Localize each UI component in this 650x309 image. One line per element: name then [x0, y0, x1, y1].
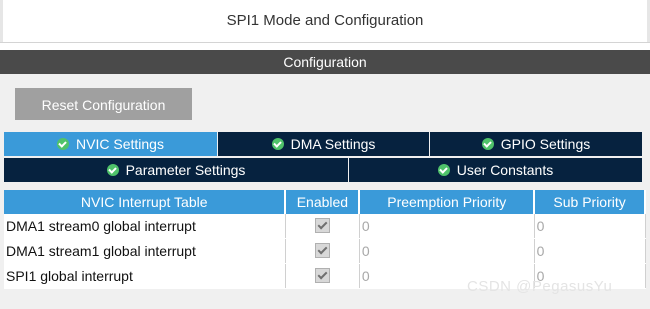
check-circle-icon	[271, 138, 284, 150]
check-circle-icon	[106, 164, 119, 176]
interrupt-name: DMA1 stream1 global interrupt	[4, 238, 286, 264]
tab-label: NVIC Settings	[76, 136, 164, 152]
column-header-sub-priority[interactable]: Sub Priority	[534, 190, 646, 214]
tab-label: GPIO Settings	[500, 136, 591, 152]
preemption-priority-cell[interactable]: 0	[359, 214, 535, 239]
sub-priority-cell[interactable]: 0	[534, 214, 646, 239]
tab-user-constants[interactable]: User Constants	[349, 158, 642, 182]
enabled-cell	[285, 214, 360, 239]
check-circle-icon	[437, 164, 450, 176]
column-header-preemption-priority[interactable]: Preemption Priority	[359, 190, 536, 214]
column-header-enabled[interactable]: Enabled	[285, 190, 361, 214]
sub-priority-cell[interactable]: 0	[534, 238, 646, 264]
tab-label: Parameter Settings	[125, 162, 246, 178]
watermark-text: CSDN @PegasusYu	[467, 278, 613, 295]
column-header-interrupt[interactable]: NVIC Interrupt Table	[4, 190, 287, 214]
tab-parameter-settings[interactable]: Parameter Settings	[4, 158, 348, 182]
tab-gpio-settings[interactable]: GPIO Settings	[430, 132, 642, 156]
enabled-checkbox[interactable]	[314, 218, 330, 233]
nvic-interrupt-table: NVIC Interrupt Table Enabled Preemption …	[4, 190, 646, 289]
enabled-cell	[285, 238, 360, 264]
reset-configuration-button[interactable]: Reset Configuration	[15, 88, 192, 120]
enabled-checkbox[interactable]	[314, 268, 330, 283]
check-circle-icon	[481, 138, 494, 150]
check-circle-icon	[57, 138, 70, 150]
tab-dma-settings[interactable]: DMA Settings	[218, 132, 429, 156]
table-row[interactable]: DMA1 stream1 global interrupt 0 0	[4, 238, 646, 264]
preemption-priority-cell[interactable]: 0	[359, 238, 535, 264]
interrupt-name: DMA1 stream0 global interrupt	[4, 214, 286, 239]
enabled-cell	[285, 263, 360, 289]
interrupt-name: SPI1 global interrupt	[4, 263, 286, 289]
tab-label: User Constants	[456, 162, 554, 178]
configuration-header: Configuration	[0, 50, 650, 74]
tab-nvic-settings[interactable]: NVIC Settings	[4, 132, 217, 156]
table-row[interactable]: DMA1 stream0 global interrupt 0 0	[4, 214, 646, 239]
tab-label: DMA Settings	[290, 136, 376, 152]
table-header-row: NVIC Interrupt Table Enabled Preemption …	[4, 190, 646, 214]
window-title: SPI1 Mode and Configuration	[0, 0, 650, 43]
enabled-checkbox[interactable]	[314, 243, 330, 258]
